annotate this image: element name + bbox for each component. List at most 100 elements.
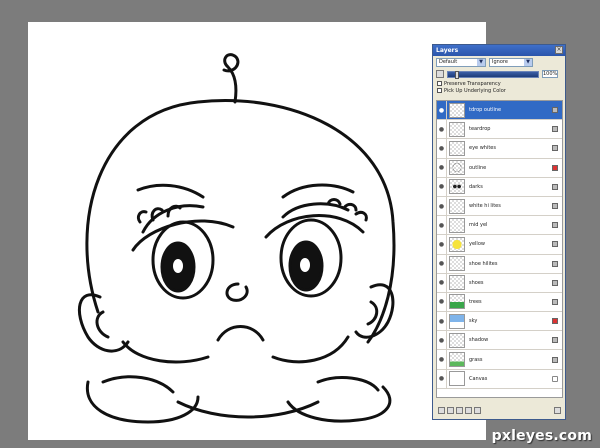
layer-thumbnail: [449, 179, 465, 195]
eye-icon[interactable]: ●: [437, 292, 447, 312]
eye-icon[interactable]: ●: [437, 177, 447, 196]
layer-options-icon[interactable]: [552, 183, 558, 190]
layer-options-icon[interactable]: [474, 407, 481, 414]
layer-row[interactable]: ● shoes: [437, 273, 562, 293]
eye-icon[interactable]: ●: [437, 196, 447, 216]
opacity-value[interactable]: 100%: [542, 70, 558, 78]
layer-thumbnail-fill: [450, 314, 464, 328]
layer-row[interactable]: ● darks: [437, 177, 562, 197]
preserve-transparency-label: Preserve Transparency: [444, 80, 501, 87]
layer-row[interactable]: ● teardrop: [437, 120, 562, 140]
lock-icon[interactable]: [552, 375, 558, 382]
layer-thumbnail: [449, 140, 465, 156]
layer-thumbnail: [449, 198, 465, 214]
layer-options-icon[interactable]: [552, 145, 558, 152]
layer-thumbnail-fill: [450, 104, 464, 117]
layer-options-icon[interactable]: [552, 260, 558, 267]
layer-row[interactable]: ● grass: [437, 350, 562, 370]
layer-row[interactable]: ● outline: [437, 158, 562, 178]
layer-thumbnail-fill: [450, 334, 464, 347]
opacity-slider-thumb[interactable]: [455, 70, 460, 79]
layer-options-icon[interactable]: [552, 298, 558, 305]
pick-up-color-checkbox[interactable]: [437, 88, 442, 93]
layer-mode-icon[interactable]: [436, 70, 444, 78]
cartoon-drawing: [78, 53, 396, 424]
eye-icon[interactable]: ●: [437, 235, 447, 254]
layer-row[interactable]: ● trees: [437, 292, 562, 313]
layer-options-icon[interactable]: [552, 279, 558, 286]
layer-name: outline: [469, 164, 487, 171]
layer-thumbnail-fill: [450, 161, 464, 175]
layers-titlebar[interactable]: Layers ×: [433, 45, 565, 56]
layer-name: tdrop outline: [469, 107, 502, 114]
layer-thumbnail-fill: [450, 123, 464, 136]
preserve-transparency-checkbox[interactable]: [437, 81, 442, 86]
layer-thumbnail-fill: [450, 353, 464, 367]
close-icon[interactable]: ×: [555, 46, 563, 54]
preserve-transparency-row: Preserve Transparency: [433, 80, 565, 87]
layer-row[interactable]: ● shadow: [437, 331, 562, 351]
duplicate-layer-icon[interactable]: [456, 407, 463, 414]
eye-icon[interactable]: ●: [437, 273, 447, 292]
layer-thumbnail-fill: [450, 142, 464, 155]
layer-row[interactable]: ● yellow: [437, 235, 562, 255]
eye-icon[interactable]: ●: [437, 350, 447, 369]
new-layer-icon[interactable]: [438, 407, 445, 414]
layer-row[interactable]: ● eye whites: [437, 139, 562, 159]
layer-options-icon[interactable]: [552, 356, 558, 363]
trash-icon[interactable]: [554, 407, 561, 414]
eye-icon[interactable]: ●: [437, 331, 447, 350]
layer-options-icon[interactable]: [552, 241, 558, 248]
layer-thumbnail: [449, 352, 465, 368]
new-group-icon[interactable]: [447, 407, 454, 414]
ignore-mode-value: Ignore: [492, 59, 508, 65]
eye-icon[interactable]: ●: [437, 312, 447, 331]
opacity-row: 100%: [433, 68, 565, 80]
eye-icon[interactable]: ●: [437, 139, 447, 158]
merge-layers-icon[interactable]: [465, 407, 472, 414]
layer-thumbnail-fill: [450, 372, 464, 386]
layers-list: ● tdrop outline ● teardrop ● eye whites ● outli…: [436, 100, 563, 398]
eye-icon[interactable]: ●: [437, 369, 447, 388]
eye-icon[interactable]: ●: [437, 254, 447, 273]
layer-name: yellow: [469, 241, 485, 248]
layer-thumbnail-fill: [450, 295, 464, 309]
layer-options-icon[interactable]: [552, 126, 558, 133]
layer-name: teardrop: [469, 126, 491, 133]
layer-row[interactable]: ● sky: [437, 312, 562, 332]
layer-thumbnail: [449, 275, 465, 291]
eye-icon[interactable]: ●: [437, 216, 447, 235]
layer-options-icon[interactable]: [552, 318, 558, 325]
layer-row[interactable]: ● tdrop outline: [437, 101, 562, 121]
layer-row[interactable]: ● white hi lites: [437, 196, 562, 217]
layer-options-icon[interactable]: [552, 337, 558, 344]
layer-name: grass: [469, 356, 483, 363]
pick-up-color-label: Pick Up Underlying Color: [444, 87, 506, 94]
eye-icon[interactable]: ●: [437, 158, 447, 177]
layer-thumbnail-fill: [450, 219, 464, 232]
layer-name: shoe hilites: [469, 260, 498, 267]
layer-row[interactable]: ● shoe hilites: [437, 254, 562, 274]
layers-title: Layers: [436, 47, 459, 54]
layer-options-icon[interactable]: [552, 107, 558, 114]
layer-thumbnail-fill: [450, 257, 464, 270]
ignore-mode-select[interactable]: Ignore ▼: [489, 57, 533, 67]
layer-thumbnail: [449, 313, 465, 329]
layers-footer: [436, 405, 563, 416]
layer-thumbnail: [449, 371, 465, 387]
layer-name: shadow: [469, 337, 489, 344]
blend-mode-select[interactable]: Default ▼: [436, 57, 486, 67]
layer-row[interactable]: ● mid yel: [437, 216, 562, 236]
layer-thumbnail: [449, 332, 465, 348]
eye-icon[interactable]: ●: [437, 101, 447, 120]
layer-thumbnail: [449, 256, 465, 272]
layer-thumbnail: [449, 217, 465, 233]
pick-up-color-row: Pick Up Underlying Color: [433, 87, 565, 94]
eye-icon[interactable]: ●: [437, 120, 447, 139]
layer-options-icon[interactable]: [552, 203, 558, 210]
layer-row[interactable]: ● Canvas: [437, 369, 562, 389]
layer-thumbnail: [449, 294, 465, 310]
layer-options-icon[interactable]: [552, 222, 558, 229]
opacity-slider[interactable]: [447, 70, 539, 79]
layer-options-icon[interactable]: [552, 164, 558, 171]
